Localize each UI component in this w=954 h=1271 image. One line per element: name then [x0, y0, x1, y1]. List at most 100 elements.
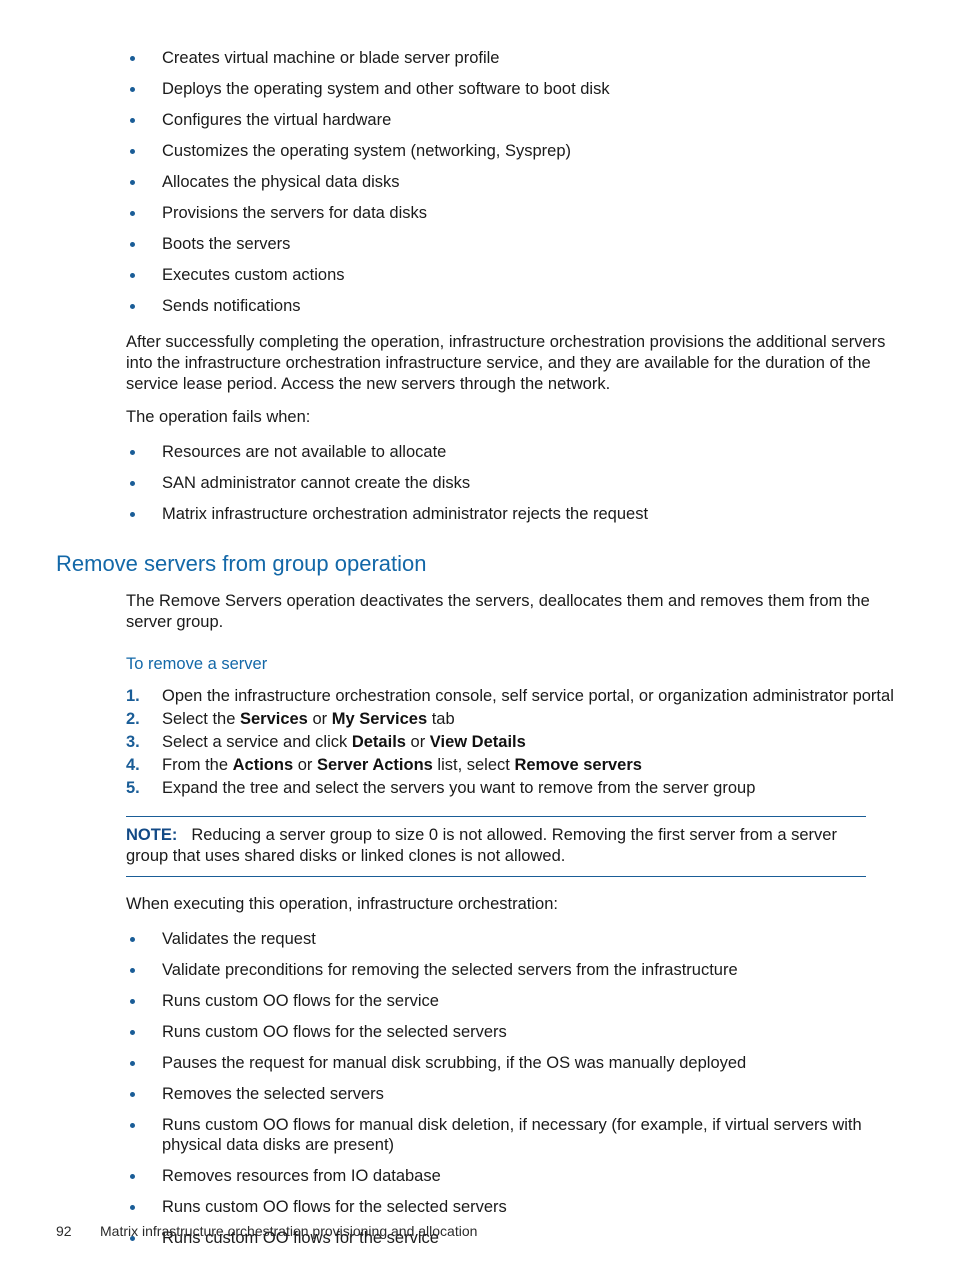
failure-intro-paragraph: The operation fails when: [126, 408, 311, 426]
bullet-dot-icon [130, 1061, 135, 1066]
numbered-step: 4. From the Actions or Server Actions lis… [56, 754, 896, 777]
footer-title: Matrix infrastructure orchestration prov… [100, 1223, 478, 1239]
numbered-step: 5. Expand the tree and select the servers… [56, 777, 896, 800]
list-item-label: Removes the selected servers [162, 1085, 384, 1103]
step-text-fragment: or [405, 733, 430, 751]
bullet-dot-icon [130, 149, 135, 154]
list-item: Deploys the operating system and other s… [56, 79, 896, 99]
bullet-dot-icon [130, 180, 135, 185]
ui-term: View Details [429, 733, 526, 751]
step-number: 5. [126, 779, 140, 797]
list-item: Validates the request [56, 929, 896, 949]
step-text-fragment: list, select [432, 756, 515, 774]
list-item: Pauses the request for manual disk scrub… [56, 1053, 896, 1073]
bullet-dot-icon [130, 273, 135, 278]
list-item-label: Matrix infrastructure orchestration admi… [162, 505, 649, 523]
ui-term: Actions [232, 756, 294, 774]
bullet-dot-icon [130, 450, 135, 455]
document-page: Creates virtual machine or blade server … [0, 0, 954, 1271]
step-text-fragment: From the [162, 756, 233, 774]
step-text: Expand the tree and select the servers y… [162, 779, 755, 797]
step-text-fragment: Select a service and click [162, 733, 352, 751]
footer-page-number: 92 [56, 1223, 72, 1239]
list-item: Customizes the operating system (network… [56, 141, 896, 161]
bullet-dot-icon [130, 1092, 135, 1097]
bullet-dot-icon [130, 242, 135, 247]
list-item-label: Customizes the operating system (network… [162, 142, 572, 160]
list-item: Removes resources from IO database [56, 1166, 896, 1186]
list-item: Removes the selected servers [56, 1084, 896, 1104]
executing-intro-paragraph: When executing this operation, infrastru… [126, 895, 558, 913]
numbered-step: 1. Open the infrastructure orchestration … [56, 685, 896, 708]
list-item-label: Executes custom actions [162, 266, 345, 284]
list-item: Configures the virtual hardware [56, 110, 896, 130]
list-item-label: Provisions the servers for data disks [162, 204, 428, 222]
bullet-dot-icon [130, 211, 135, 216]
list-item-label: Pauses the request for manual disk scrub… [162, 1054, 747, 1072]
step-text-fragment: or [293, 756, 317, 774]
list-item-label: Creates virtual machine or blade server … [162, 49, 500, 67]
note-block: NOTE: Reducing a server group to size 0 i… [126, 816, 866, 877]
bullet-dot-icon [130, 999, 135, 1004]
section-subheading: To remove a server [126, 655, 268, 673]
bullet-dot-icon [130, 56, 135, 61]
bullet-dot-icon [130, 1205, 135, 1210]
failure-list: Resources are not available to allocate S… [56, 442, 896, 524]
note-text: NOTE: Reducing a server group to size 0 i… [126, 825, 866, 867]
page-title: Remove servers from group operation [56, 551, 427, 576]
step-text-fragment: or [307, 710, 332, 728]
list-item-label: Runs custom OO flows for the service [162, 992, 439, 1010]
bullet-dot-icon [130, 87, 135, 92]
step-text: Select the Services or My Services tab [162, 710, 455, 728]
list-item-label: Runs custom OO flows for manual disk del… [162, 1116, 862, 1154]
list-item: Runs custom OO flows for the selected se… [56, 1197, 896, 1217]
page-content: Creates virtual machine or blade server … [56, 48, 896, 1248]
ui-term: My Services [331, 710, 428, 728]
bullet-dot-icon [130, 304, 135, 309]
list-item-label: Boots the servers [162, 235, 291, 253]
step-text-fragment: Open the infrastructure orchestration co… [162, 687, 894, 705]
list-item: Runs custom OO flows for the service [56, 991, 896, 1011]
bullet-dot-icon [130, 481, 135, 486]
list-item: SAN administrator cannot create the disk… [56, 473, 896, 493]
step-text-fragment: Expand the tree and select the servers y… [162, 779, 756, 797]
note-body: Reducing a server group to size 0 is not… [126, 826, 837, 865]
list-item-label: Validates the request [162, 930, 316, 948]
step-number: 3. [126, 733, 140, 751]
list-item-label: Deploys the operating system and other s… [162, 80, 610, 98]
list-item: Matrix infrastructure orchestration admi… [56, 504, 896, 524]
list-item: Validate preconditions for removing the … [56, 960, 896, 980]
list-item: Boots the servers [56, 234, 896, 254]
list-item-label: Configures the virtual hardware [162, 111, 392, 129]
bullet-dot-icon [130, 937, 135, 942]
list-item: Runs custom OO flows for the selected se… [56, 1022, 896, 1042]
note-label: NOTE: [126, 826, 178, 844]
list-item-label: Runs custom OO flows for the selected se… [162, 1198, 507, 1216]
ui-term: Server Actions [316, 756, 433, 774]
list-item: Runs custom OO flows for manual disk del… [56, 1115, 896, 1155]
list-item: Provisions the servers for data disks [56, 203, 896, 223]
step-number: 1. [126, 687, 140, 705]
list-item: Executes custom actions [56, 265, 896, 285]
list-item-label: Validate preconditions for removing the … [162, 961, 738, 979]
remove-server-steps-list: 1. Open the infrastructure orchestration … [56, 685, 896, 800]
bullet-dot-icon [130, 1123, 135, 1128]
list-item-label: Resources are not available to allocate [162, 443, 447, 461]
executing-list: Validates the request Validate preconditi… [56, 929, 896, 1248]
numbered-step: 2. Select the Services or My Services tab [56, 708, 896, 731]
list-item: Resources are not available to allocate [56, 442, 896, 462]
list-item: Sends notifications [56, 296, 896, 316]
ui-term: Services [239, 710, 308, 728]
step-text-fragment: Select the [162, 710, 240, 728]
list-item-label: Removes resources from IO database [162, 1167, 441, 1185]
step-text-fragment: tab [427, 710, 455, 728]
step-number: 2. [126, 710, 140, 728]
operation-steps-list: Creates virtual machine or blade server … [56, 48, 896, 316]
page-footer: 92 Matrix infrastructure orchestration pr… [56, 1222, 477, 1240]
ui-term: Remove servers [514, 756, 642, 774]
list-item-label: SAN administrator cannot create the disk… [162, 474, 471, 492]
bullet-dot-icon [130, 1030, 135, 1035]
list-item: Creates virtual machine or blade server … [56, 48, 896, 68]
bullet-dot-icon [130, 1174, 135, 1179]
step-number: 4. [126, 756, 140, 774]
